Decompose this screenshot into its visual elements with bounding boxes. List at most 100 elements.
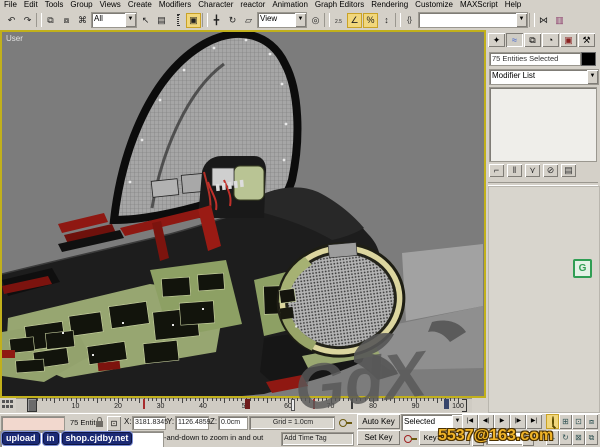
menu-item-reactor[interactable]: reactor: [240, 0, 265, 10]
menu-item-tools[interactable]: Tools: [45, 0, 64, 10]
selection-filter-dropdown[interactable]: All ▼: [91, 12, 137, 28]
snap-toggle-icon[interactable]: 2.5∪: [331, 13, 346, 28]
tab-modify[interactable]: ≈: [506, 33, 523, 47]
keyboard-shortcut-override-icon[interactable]: [339, 419, 347, 427]
keyframe-marker[interactable]: [143, 399, 145, 409]
min-max-toggle-icon[interactable]: ⧉: [585, 430, 598, 445]
chevron-down-icon[interactable]: ▼: [295, 13, 306, 27]
macro-recorder-field[interactable]: [1, 416, 65, 431]
zoom-extents-icon[interactable]: ⊡: [572, 414, 585, 429]
chevron-down-icon[interactable]: ▼: [125, 13, 136, 27]
viewport-label[interactable]: User: [6, 34, 23, 43]
redo-icon[interactable]: ↷: [20, 13, 35, 28]
align-icon[interactable]: ▥: [552, 13, 567, 28]
undo-icon[interactable]: ↶: [4, 13, 19, 28]
tab-create[interactable]: ✦: [488, 33, 505, 47]
make-unique-icon[interactable]: ⋎: [525, 164, 540, 177]
remove-modifier-icon[interactable]: ⊘: [543, 164, 558, 177]
show-end-result-icon[interactable]: ‖: [507, 164, 522, 177]
named-selection-dropdown[interactable]: ▼: [418, 12, 528, 28]
keyframe-marker[interactable]: [291, 399, 295, 411]
tab-utilities[interactable]: ⚒: [578, 33, 595, 47]
select-object-icon[interactable]: ↖: [138, 13, 153, 28]
viewport-canvas[interactable]: [2, 32, 484, 396]
select-and-link-icon[interactable]: ⧉: [43, 13, 58, 28]
next-frame-spinner[interactable]: ▶: [522, 431, 534, 446]
z-coordinate-field[interactable]: 0.0cm: [218, 416, 248, 430]
percent-snap-icon[interactable]: %: [363, 13, 378, 28]
modifier-stack-list[interactable]: [489, 87, 597, 162]
selection-lock-icon[interactable]: [96, 421, 103, 427]
tab-hierarchy[interactable]: ⧉: [524, 33, 541, 47]
time-slider-thumb[interactable]: [27, 398, 37, 412]
menu-item-views[interactable]: Views: [100, 0, 121, 10]
menu-item-graph-editors[interactable]: Graph Editors: [315, 0, 364, 10]
spinner-snap-icon[interactable]: ↕: [379, 13, 394, 28]
chevron-down-icon[interactable]: ▼: [587, 70, 598, 84]
listener-field[interactable]: [0, 431, 164, 447]
menu-item-animation[interactable]: Animation: [272, 0, 308, 10]
go-to-end-button[interactable]: ▶|: [526, 414, 542, 429]
pin-stack-icon[interactable]: ⌐: [489, 164, 504, 177]
selection-name-field[interactable]: 75 Entities Selected: [489, 52, 581, 66]
menu-item-customize[interactable]: Customize: [415, 0, 453, 10]
menu-item-group[interactable]: Group: [70, 0, 92, 10]
select-by-name-icon[interactable]: ▤: [154, 13, 169, 28]
zoom-all-icon[interactable]: ⊞: [559, 414, 572, 429]
keyframe-marker[interactable]: [313, 399, 315, 409]
menu-item-modifiers[interactable]: Modifiers: [159, 0, 191, 10]
auto-key-button[interactable]: Auto Key: [357, 414, 400, 429]
arc-rotate-icon[interactable]: ↻: [559, 430, 572, 445]
window-crossing-icon[interactable]: ▣: [186, 13, 201, 28]
set-key-mode-icon[interactable]: [404, 435, 412, 443]
pan-icon[interactable]: ↔: [546, 430, 559, 445]
timeline-ruler[interactable]: 102030405060708090100: [16, 398, 472, 412]
angle-snap-icon[interactable]: ∠: [347, 13, 362, 28]
reference-coordsys-dropdown[interactable]: View ▼: [257, 12, 307, 28]
bind-to-space-warp-icon[interactable]: ⌘: [75, 13, 90, 28]
select-and-scale-icon[interactable]: ▱: [241, 13, 256, 28]
next-frame-button[interactable]: |▶: [510, 414, 526, 429]
menu-item-create[interactable]: Create: [128, 0, 152, 10]
track-bar[interactable]: 102030405060708090100: [0, 398, 486, 413]
menu-item-character[interactable]: Character: [198, 0, 233, 10]
zoom-icon[interactable]: [546, 414, 559, 429]
chevron-down-icon[interactable]: ▼: [516, 13, 527, 27]
absolute-mode-button[interactable]: ⊡: [107, 416, 121, 431]
viewport[interactable]: User: [0, 30, 486, 398]
menu-item-rendering[interactable]: Rendering: [371, 0, 408, 10]
object-color-swatch[interactable]: [581, 52, 596, 66]
set-key-button[interactable]: Set Key: [357, 430, 400, 445]
tab-display[interactable]: ▣: [560, 33, 577, 47]
menu-item-maxscript[interactable]: MAXScript: [460, 0, 498, 10]
mirror-icon[interactable]: ⋈: [536, 13, 551, 28]
key-set-dropdown[interactable]: Selected ▼: [401, 414, 464, 431]
current-frame-field[interactable]: 100: [486, 431, 524, 445]
named-selection-icon[interactable]: {}: [402, 13, 417, 28]
menu-item-file[interactable]: File: [4, 0, 17, 10]
tab-motion[interactable]: ◔: [542, 33, 559, 47]
region-zoom-icon[interactable]: ⊠: [572, 430, 585, 445]
menu-item-edit[interactable]: Edit: [24, 0, 38, 10]
rect-selection-region-icon[interactable]: [170, 13, 185, 28]
menu-item-help[interactable]: Help: [505, 0, 521, 10]
go-to-start-button[interactable]: |◀: [462, 414, 478, 429]
x-coordinate-field[interactable]: 3181.8345: [132, 416, 166, 430]
unlink-selection-icon[interactable]: ⧇: [59, 13, 74, 28]
previous-frame-button[interactable]: ◀|: [478, 414, 494, 429]
modifier-list-dropdown[interactable]: Modifier List ▼: [489, 69, 599, 85]
keyframe-marker[interactable]: [245, 399, 250, 409]
menu-bar[interactable]: File Edit Tools Group Views Create Modifiers Ch…: [0, 0, 600, 10]
use-center-icon[interactable]: ◎: [308, 13, 323, 28]
keyframe-marker[interactable]: [444, 399, 449, 409]
select-and-rotate-icon[interactable]: ↻: [225, 13, 240, 28]
previous-frame-spinner[interactable]: ◀: [472, 431, 484, 446]
configure-modifier-sets-icon[interactable]: ▤: [561, 164, 576, 177]
add-time-tag[interactable]: Add Time Tag: [281, 432, 354, 446]
select-and-move-icon[interactable]: ╋: [209, 13, 224, 28]
key-filters-button[interactable]: Key Filters...: [419, 430, 470, 445]
zoom-extents-all-icon[interactable]: ⧈: [585, 414, 598, 429]
play-button[interactable]: ▶: [494, 414, 510, 429]
keyframe-marker[interactable]: [351, 399, 353, 409]
mini-curve-editor-button[interactable]: [2, 400, 14, 410]
